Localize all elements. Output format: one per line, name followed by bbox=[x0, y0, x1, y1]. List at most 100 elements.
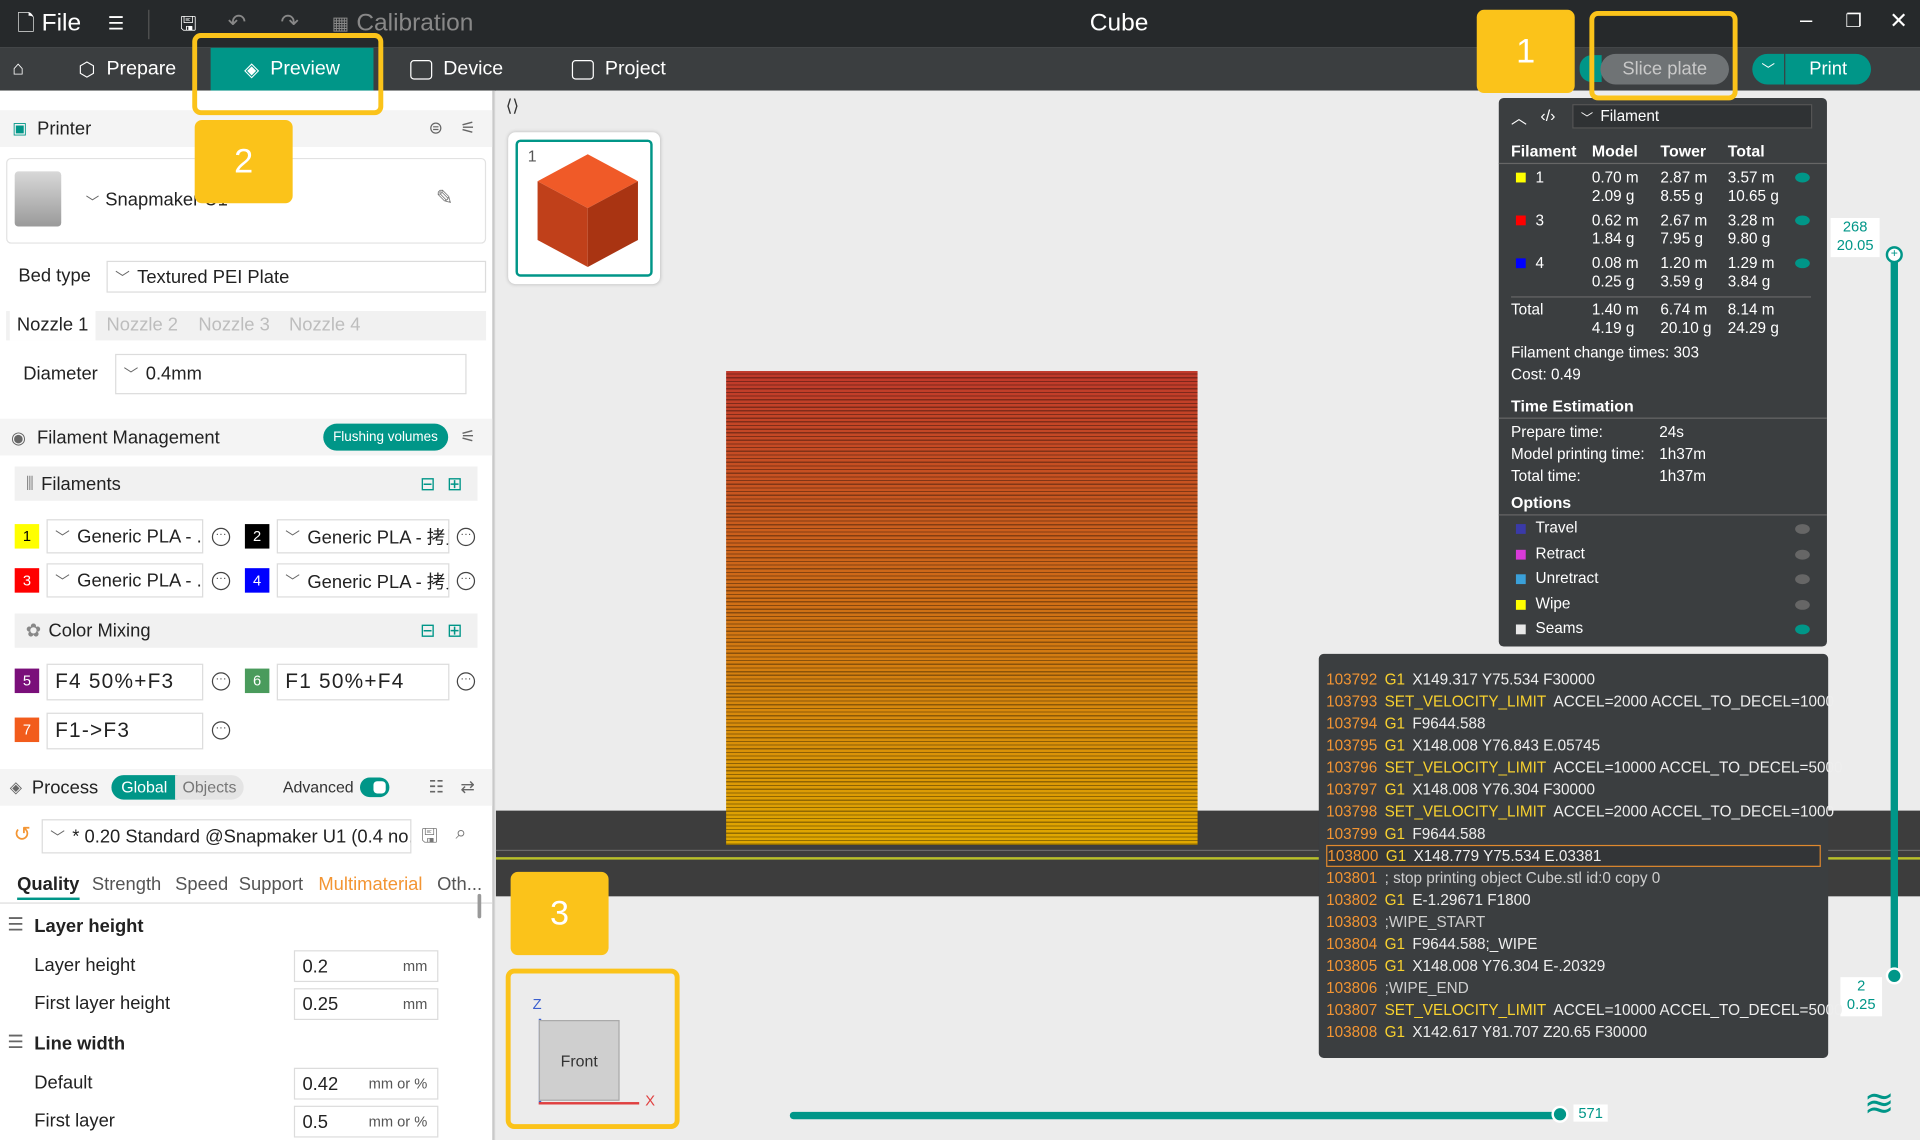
compare-icon[interactable]: ⇄ bbox=[460, 776, 474, 797]
code-icon[interactable]: ‹/› bbox=[1540, 107, 1555, 125]
tab-strength[interactable]: Strength bbox=[92, 874, 161, 895]
eye-off-icon[interactable] bbox=[1795, 524, 1810, 534]
gcode-line[interactable]: 103799 G1 F9644.588 bbox=[1326, 823, 1821, 845]
gcode-viewer[interactable]: 103792 G1 X149.317 Y75.534 F30000 103793 SET… bbox=[1318, 653, 1843, 1058]
gcode-line[interactable]: 103805 G1 X148.008 Y76.304 E-.20329 bbox=[1326, 955, 1821, 977]
plate-thumbnail-card[interactable]: 1 bbox=[508, 132, 661, 285]
gcode-line[interactable]: 103801 ; stop printing object Cube.stl id… bbox=[1326, 867, 1821, 889]
moves-slider-track[interactable] bbox=[789, 1111, 1562, 1120]
tab-nozzle-1[interactable]: Nozzle 1 bbox=[9, 311, 96, 341]
mix-6-swatch[interactable]: 6 bbox=[244, 668, 270, 694]
process-preset-select[interactable]: ﹀ * 0.20 Standard @Snapmaker U1 (0.4 no..… bbox=[41, 819, 412, 854]
add-filament-icon[interactable]: ⊞ bbox=[447, 473, 462, 495]
tab-prepare[interactable]: ⬡ Prepare bbox=[78, 48, 176, 91]
layer-slider-track[interactable] bbox=[1890, 252, 1898, 975]
gcode-line[interactable]: 103803 ;WIPE_START bbox=[1326, 911, 1821, 933]
mix-5-more-icon[interactable]: ··· bbox=[211, 672, 231, 691]
print-button[interactable]: Print bbox=[1785, 53, 1872, 85]
menu-icon[interactable]: ☰ bbox=[108, 12, 124, 34]
minimize-icon[interactable]: – bbox=[1800, 7, 1812, 33]
mix-6-field[interactable]: F1 50%+F4 bbox=[276, 663, 450, 701]
search-icon[interactable]: ⌕ bbox=[456, 823, 467, 845]
mix-7-swatch[interactable]: 7 bbox=[14, 717, 40, 743]
layer-slider-bottom-handle[interactable] bbox=[1885, 967, 1903, 985]
close-icon[interactable]: ✕ bbox=[1889, 9, 1907, 35]
tab-others[interactable]: Oth... bbox=[437, 874, 482, 895]
eye-off-icon[interactable] bbox=[1795, 549, 1810, 559]
gcode-line[interactable]: 103800 G1 X148.779 Y75.534 E.03381 bbox=[1326, 844, 1821, 867]
list-icon[interactable]: ☷ bbox=[429, 776, 444, 797]
mix-6-more-icon[interactable]: ··· bbox=[456, 672, 476, 691]
mix-7-field[interactable]: F1->F3 bbox=[46, 712, 204, 750]
mix-5-field[interactable]: F4 50%+F3 bbox=[46, 663, 204, 701]
tab-project[interactable]: Project bbox=[571, 48, 666, 91]
eye-off-icon[interactable] bbox=[1795, 574, 1810, 585]
eye-off-icon[interactable] bbox=[1795, 599, 1810, 610]
filament-3-swatch[interactable]: 3 bbox=[14, 568, 40, 593]
first-layer-line-width-input[interactable]: 0.5 mm or % bbox=[293, 1105, 439, 1138]
gcode-line[interactable]: 103797 G1 X148.008 Y76.304 F30000 bbox=[1326, 779, 1821, 801]
layer-slider-top-handle[interactable]: + bbox=[1885, 246, 1903, 264]
collapse-icon[interactable]: ︿ bbox=[1511, 105, 1527, 128]
gcode-line[interactable]: 103798 SET_VELOCITY_LIMIT ACCEL=2000 ACCEL… bbox=[1326, 801, 1834, 823]
global-toggle[interactable]: Global bbox=[111, 775, 178, 800]
filament-2-more-icon[interactable]: ··· bbox=[456, 527, 476, 547]
file-menu[interactable]: File bbox=[42, 10, 81, 38]
filament-1-swatch[interactable]: 1 bbox=[14, 524, 40, 549]
eye-icon[interactable] bbox=[1795, 258, 1810, 269]
scrollbar-thumb[interactable] bbox=[477, 893, 482, 919]
remove-mix-icon[interactable]: ⊟ bbox=[420, 620, 435, 642]
default-line-width-input[interactable]: 0.42 mm or % bbox=[293, 1067, 439, 1100]
filament-4-swatch[interactable]: 4 bbox=[244, 568, 270, 593]
bed-type-select[interactable]: ﹀ Textured PEI Plate bbox=[106, 260, 487, 293]
filament-3-select[interactable]: ﹀ Generic PLA - ... bbox=[46, 563, 204, 598]
gcode-line[interactable]: 103796 SET_VELOCITY_LIMIT ACCEL=10000 ACCE… bbox=[1326, 757, 1842, 779]
advanced-switch[interactable] bbox=[360, 777, 390, 798]
redo-icon[interactable]: ↷ bbox=[280, 10, 298, 36]
layers-view-icon[interactable]: ≋ bbox=[1864, 1082, 1895, 1125]
settings-sliders-icon[interactable]: ⚟ bbox=[460, 426, 475, 447]
save-icon[interactable]: 🖫 bbox=[421, 823, 438, 856]
eye-icon[interactable] bbox=[1795, 215, 1810, 226]
flushing-volumes-button[interactable]: Flushing volumes bbox=[323, 423, 448, 451]
first-layer-height-input[interactable]: 0.25 mm bbox=[293, 988, 439, 1021]
print-dropdown-button[interactable]: ﹀ bbox=[1752, 53, 1785, 85]
gcode-line[interactable]: 103804 G1 F9644.588;_WIPE bbox=[1326, 933, 1821, 955]
eye-icon[interactable] bbox=[1795, 624, 1810, 635]
list-icon[interactable]: ⊜ bbox=[429, 118, 443, 139]
eye-icon[interactable] bbox=[1795, 172, 1810, 183]
sliced-model-cube[interactable] bbox=[726, 371, 1198, 845]
moves-slider-handle[interactable] bbox=[1551, 1105, 1569, 1123]
tab-quality[interactable]: Quality bbox=[17, 874, 80, 901]
mix-7-more-icon[interactable]: ··· bbox=[211, 721, 231, 740]
filament-2-select[interactable]: ﹀ Generic PLA - 拷贝 bbox=[276, 519, 450, 554]
edit-icon[interactable]: ✎ bbox=[436, 186, 453, 210]
tab-nozzle-3[interactable]: Nozzle 3 bbox=[198, 315, 269, 336]
filament-4-select[interactable]: ﹀ Generic PLA - 拷贝 bbox=[276, 563, 450, 598]
tab-device[interactable]: Device bbox=[410, 48, 503, 91]
gcode-line[interactable]: 103792 G1 X149.317 Y75.534 F30000 bbox=[1326, 669, 1821, 691]
reset-icon[interactable]: ↺ bbox=[13, 823, 30, 847]
filament-3-more-icon[interactable]: ··· bbox=[211, 571, 231, 591]
tab-nozzle-2[interactable]: Nozzle 2 bbox=[107, 315, 178, 336]
home-icon[interactable]: ⌂ bbox=[12, 48, 24, 91]
gcode-line[interactable]: 103793 SET_VELOCITY_LIMIT ACCEL=2000 ACCEL… bbox=[1326, 691, 1834, 713]
file-icon[interactable]: 🗋 bbox=[17, 9, 35, 46]
gcode-line[interactable]: 103802 G1 E-1.29671 F1800 bbox=[1326, 889, 1821, 911]
add-mix-icon[interactable]: ⊞ bbox=[447, 620, 462, 642]
gcode-line[interactable]: 103808 G1 X142.617 Y81.707 Z20.65 F30000 bbox=[1326, 1021, 1821, 1043]
settings-sliders-icon[interactable]: ⚟ bbox=[460, 118, 475, 139]
gcode-line[interactable]: 103806 ;WIPE_END bbox=[1326, 977, 1821, 999]
undo-icon[interactable]: ↶ bbox=[228, 10, 246, 36]
remove-filament-icon[interactable]: ⊟ bbox=[420, 473, 435, 495]
tab-support[interactable]: Support bbox=[239, 874, 303, 895]
restore-icon[interactable]: ❐ bbox=[1845, 10, 1861, 32]
filament-1-more-icon[interactable]: ··· bbox=[211, 527, 231, 547]
collapse-sidebar-icon[interactable]: ⟨⟩ bbox=[506, 96, 519, 117]
diameter-select[interactable]: ﹀ 0.4mm bbox=[115, 353, 467, 395]
objects-toggle[interactable]: Objects bbox=[175, 775, 244, 800]
gcode-line[interactable]: 103807 SET_VELOCITY_LIMIT ACCEL=10000 ACCE… bbox=[1326, 999, 1842, 1021]
gcode-line[interactable]: 103795 G1 X148.008 Y76.843 E.05745 bbox=[1326, 735, 1821, 757]
mix-5-swatch[interactable]: 5 bbox=[14, 668, 40, 694]
filament-4-more-icon[interactable]: ··· bbox=[456, 571, 476, 591]
